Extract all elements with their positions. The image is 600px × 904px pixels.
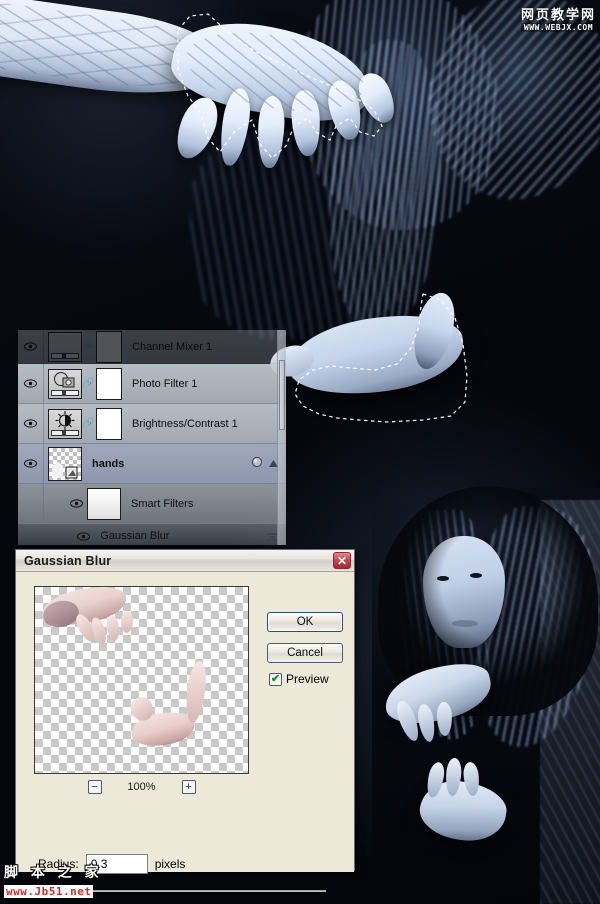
preview-checkerboard bbox=[35, 587, 248, 773]
preview-checkbox-row[interactable]: ✔ Preview bbox=[269, 672, 329, 686]
layer-row-gaussian-blur[interactable]: Gaussian Blur bbox=[18, 524, 286, 545]
zoom-level: 100% bbox=[127, 781, 156, 793]
spacer-cell bbox=[18, 524, 41, 545]
layer-row[interactable]: 🔗 Photo Filter 1 bbox=[18, 364, 286, 404]
spacer-cell bbox=[18, 484, 44, 523]
watermark-bottom-left-cn: 脚 本 之 家 bbox=[4, 865, 103, 881]
ok-button[interactable]: OK bbox=[267, 612, 343, 632]
filter-preview[interactable] bbox=[34, 586, 249, 774]
preview-hand-top-finger-4 bbox=[120, 610, 134, 634]
watermark-top-right-cn: 网页教学网 bbox=[520, 8, 596, 23]
preview-checkbox-label: Preview bbox=[286, 672, 329, 686]
layer-mask-thumbnail[interactable] bbox=[96, 367, 122, 400]
layer-name[interactable]: hands bbox=[92, 458, 124, 470]
dialog-body: − 100% + Radius: pixels OK Cancel ✔ Prev… bbox=[16, 572, 354, 897]
scrollbar-thumb[interactable] bbox=[279, 360, 285, 430]
zoom-in-button[interactable]: + bbox=[181, 780, 196, 794]
layer-name[interactable]: Smart Filters bbox=[131, 498, 193, 510]
eye-icon bbox=[24, 459, 37, 468]
gaussian-blur-dialog[interactable]: Gaussian Blur ✕ − 100% + Radius: 0.3 pix… bbox=[15, 549, 355, 897]
eye-icon[interactable] bbox=[70, 499, 83, 508]
layer-name[interactable]: Photo Filter 1 bbox=[132, 378, 197, 390]
layer-visibility-toggle[interactable] bbox=[18, 404, 44, 443]
photo-filter-thumbnail[interactable] bbox=[48, 368, 82, 399]
layer-row[interactable]: 🔗 Channel Mixer 1 bbox=[18, 330, 286, 364]
watermark-bottom-left-en: www.Jb51.net bbox=[4, 885, 94, 898]
layer-row-smart-filters[interactable]: Smart Filters bbox=[18, 484, 286, 524]
zoom-out-button[interactable]: − bbox=[87, 780, 102, 794]
layer-name[interactable]: Brightness/Contrast 1 bbox=[132, 418, 238, 430]
layers-panel-scrollbar[interactable] bbox=[277, 330, 286, 545]
layer-mask-thumbnail[interactable] bbox=[96, 407, 122, 440]
link-icon[interactable]: 🔗 bbox=[82, 341, 94, 352]
watermark-top-right: 网页教学网 WWW.WEBJX.COM bbox=[520, 4, 596, 32]
link-icon[interactable]: 🔗 bbox=[82, 418, 94, 429]
preview-hand-top-finger-3 bbox=[105, 614, 121, 642]
eye-icon bbox=[24, 342, 37, 351]
close-icon[interactable]: ✕ bbox=[333, 552, 351, 569]
smart-object-thumbnail[interactable] bbox=[48, 446, 82, 481]
layer-visibility-toggle[interactable] bbox=[18, 444, 44, 483]
dialog-titlebar[interactable]: Gaussian Blur ✕ bbox=[16, 550, 354, 572]
layers-panel[interactable]: 🔗 Channel Mixer 1 🔗 Photo Filter 1 🔗 Bri… bbox=[18, 330, 286, 545]
radius-unit-label: pixels bbox=[154, 857, 186, 871]
brightness-contrast-thumbnail[interactable] bbox=[48, 408, 82, 439]
preview-zoom-controls[interactable]: − 100% + bbox=[34, 778, 249, 796]
smart-object-badge-icon bbox=[251, 456, 264, 472]
eye-icon bbox=[24, 379, 37, 388]
layer-visibility-toggle[interactable] bbox=[18, 330, 44, 363]
watermark-top-right-en: WWW.WEBJX.COM bbox=[520, 23, 596, 32]
eye-icon bbox=[24, 419, 37, 428]
preview-hand-bottom-thumb bbox=[183, 660, 209, 724]
watermark-bottom-left: 脚 本 之 家 www.Jb51.net bbox=[4, 862, 103, 900]
layer-name[interactable]: Channel Mixer 1 bbox=[132, 341, 212, 353]
layer-visibility-toggle[interactable] bbox=[18, 364, 44, 403]
link-icon[interactable]: 🔗 bbox=[82, 378, 94, 389]
dialog-title: Gaussian Blur bbox=[24, 553, 112, 568]
filter-name[interactable]: Gaussian Blur bbox=[100, 530, 169, 542]
layer-row[interactable]: 🔗 Brightness/Contrast 1 bbox=[18, 404, 286, 444]
cancel-button[interactable]: Cancel bbox=[267, 643, 343, 663]
layer-row-hands[interactable]: hands bbox=[18, 444, 286, 484]
layer-mask-thumbnail[interactable] bbox=[96, 330, 122, 363]
preview-checkbox[interactable]: ✔ bbox=[269, 672, 282, 686]
adjustment-layer-thumbnail[interactable] bbox=[48, 331, 82, 362]
eye-icon[interactable] bbox=[77, 531, 91, 541]
smart-filter-mask-thumbnail[interactable] bbox=[87, 487, 121, 520]
